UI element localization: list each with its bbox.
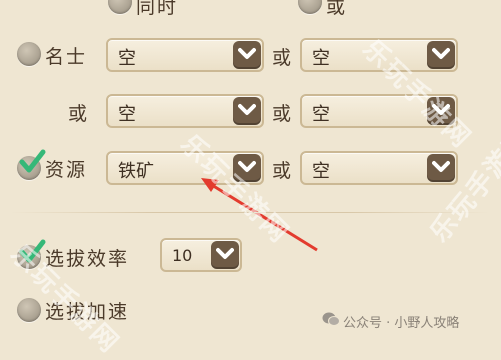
- footer-credit: 公众号 · 小野人攻略: [343, 316, 460, 331]
- row-or-label: 或: [68, 103, 90, 125]
- chevron-down-icon[interactable]: [233, 41, 261, 69]
- or-label: 或: [272, 103, 294, 125]
- chevron-down-icon[interactable]: [427, 154, 455, 182]
- dropdown-efficiency[interactable]: 10: [160, 238, 242, 272]
- radio-celebrity[interactable]: [17, 42, 41, 66]
- wechat-icon: [322, 312, 340, 326]
- chevron-down-icon[interactable]: [233, 97, 261, 125]
- chevron-down-icon[interactable]: [427, 41, 455, 69]
- radio-speedup[interactable]: [17, 298, 41, 322]
- radio-simultaneous[interactable]: [108, 0, 132, 14]
- or-label: 或: [272, 47, 294, 69]
- chevron-down-icon[interactable]: [211, 241, 239, 269]
- dropdown-value: 铁矿: [118, 161, 154, 182]
- option-simultaneous-label: 同时: [136, 0, 179, 18]
- dropdown-value: 10: [172, 246, 193, 265]
- dropdown-value: 空: [312, 104, 330, 125]
- dropdown-celebrity-left[interactable]: 空: [106, 38, 264, 72]
- row-resource-label: 资源: [45, 159, 88, 181]
- dropdown-value: 空: [118, 104, 136, 125]
- dropdown-value: 空: [312, 48, 330, 69]
- dropdown-value: 空: [118, 48, 136, 69]
- checkmark-icon: [19, 149, 46, 173]
- row-celebrity-label: 名士: [45, 46, 88, 68]
- radio-or-top[interactable]: [298, 0, 322, 14]
- option-or-top-label: 或: [326, 0, 348, 18]
- dropdown-or-left[interactable]: 空: [106, 94, 264, 128]
